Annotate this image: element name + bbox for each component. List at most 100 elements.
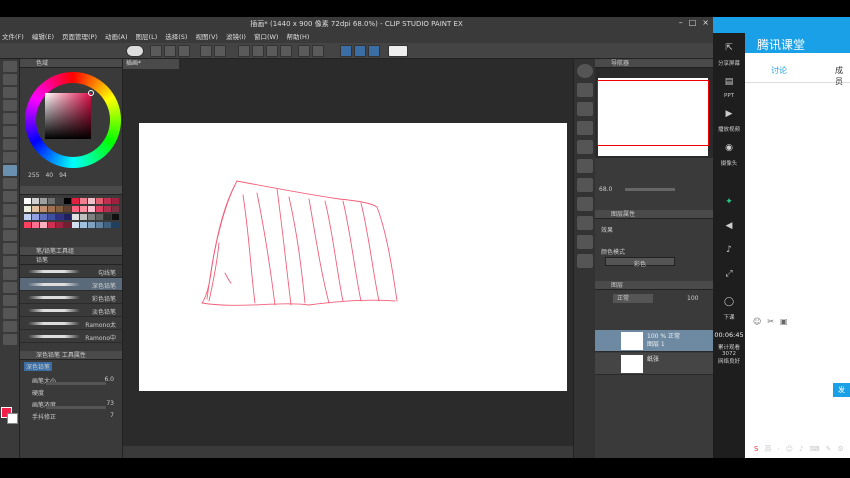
zoom-slider[interactable]: [625, 188, 675, 191]
color-swatch[interactable]: [56, 214, 63, 220]
snap-vanishing-icon[interactable]: [368, 45, 380, 57]
color-swatch[interactable]: [72, 214, 79, 220]
color-swatch[interactable]: [96, 198, 103, 204]
hardness-row[interactable]: 硬度: [20, 386, 122, 398]
fill-icon[interactable]: [252, 45, 264, 57]
sub-color-swatch[interactable]: [7, 413, 18, 424]
snap-ruler-icon[interactable]: [298, 45, 310, 57]
airbrush-tool-icon[interactable]: [3, 191, 17, 202]
color-swatch[interactable]: [64, 198, 71, 204]
text-tool-icon[interactable]: [3, 308, 17, 319]
color-swatch[interactable]: [80, 206, 87, 212]
search-layer-icon[interactable]: [577, 140, 593, 154]
share-screen-icon[interactable]: ⇱: [718, 43, 740, 57]
sat-value[interactable]: 40: [45, 172, 53, 182]
color-swatch[interactable]: [112, 198, 119, 204]
pencil-tool-icon[interactable]: [3, 165, 17, 176]
history-icon[interactable]: [577, 178, 593, 192]
voice-icon[interactable]: ♪: [799, 445, 803, 453]
open-folder-icon[interactable]: [164, 45, 176, 57]
color-mode-select[interactable]: 彩色: [605, 257, 675, 268]
frame-tool-icon[interactable]: [3, 282, 17, 293]
fill-tool-icon[interactable]: [3, 243, 17, 254]
pen-tool-icon[interactable]: [3, 152, 17, 163]
transform-icon[interactable]: [266, 45, 278, 57]
image-icon[interactable]: ▣: [780, 317, 788, 326]
color-swatch[interactable]: [24, 206, 31, 212]
color-swatch[interactable]: [112, 222, 119, 228]
gradient-tool-icon[interactable]: [3, 256, 17, 267]
menu-animation[interactable]: 动画(A): [105, 31, 128, 43]
navigator-preview[interactable]: [595, 68, 713, 158]
lasso-tool-icon[interactable]: [3, 126, 17, 137]
canvas-tab[interactable]: 插画*: [123, 59, 179, 69]
color-swatch[interactable]: [48, 206, 55, 212]
canvas-area[interactable]: 插画*: [122, 59, 574, 458]
list-item[interactable]: 勾线笔: [20, 265, 122, 278]
folder-icon[interactable]: [577, 83, 593, 97]
mic-icon[interactable]: ✦: [718, 197, 740, 211]
punct-icon[interactable]: ·: [777, 445, 779, 453]
help-icon[interactable]: [388, 45, 408, 57]
menu-select[interactable]: 选择(S): [165, 31, 187, 43]
snap-grid-icon[interactable]: [312, 45, 324, 57]
list-item[interactable]: 彩色铅笔: [20, 291, 122, 304]
color-swatch[interactable]: [96, 222, 103, 228]
menu-window[interactable]: 窗口(W): [254, 31, 279, 43]
minimize-button[interactable]: –: [679, 18, 683, 27]
pin-icon[interactable]: [577, 159, 593, 173]
color-swatch[interactable]: [56, 206, 63, 212]
play-video-icon[interactable]: ▶: [718, 109, 740, 123]
pen-icon[interactable]: ✎: [826, 445, 832, 453]
color-swatch[interactable]: [72, 198, 79, 204]
color-swatch[interactable]: [112, 206, 119, 212]
color-swatch[interactable]: [40, 222, 47, 228]
material-icon[interactable]: [577, 121, 593, 135]
color-swatch[interactable]: [48, 214, 55, 220]
menu-edit[interactable]: 编辑(E): [32, 31, 54, 43]
item-bank-icon[interactable]: [577, 216, 593, 230]
clear-icon[interactable]: [238, 45, 250, 57]
color-swatch[interactable]: [104, 198, 111, 204]
menu-filter[interactable]: 滤镜(I): [226, 31, 246, 43]
menu-layer[interactable]: 图层(L): [136, 31, 158, 43]
color-swatch[interactable]: [72, 222, 79, 228]
blend-tool-icon[interactable]: [3, 230, 17, 241]
snap-special-ruler-icon[interactable]: [340, 45, 352, 57]
color-swatch[interactable]: [56, 222, 63, 228]
val-value[interactable]: 94: [59, 172, 67, 182]
blend-mode-select[interactable]: 正常: [613, 294, 653, 303]
color-swatch[interactable]: [64, 206, 71, 212]
color-swatch[interactable]: [48, 222, 55, 228]
menu-help[interactable]: 帮助(H): [286, 31, 309, 43]
color-swatch[interactable]: [88, 222, 95, 228]
emoji-icon[interactable]: ☺: [786, 445, 793, 453]
color-swatch[interactable]: [48, 198, 55, 204]
layer-move-tool-icon[interactable]: [3, 100, 17, 111]
undo-icon[interactable]: [200, 45, 212, 57]
hue-value[interactable]: 255: [28, 172, 39, 182]
color-swatch[interactable]: [64, 214, 71, 220]
balloon-tool-icon[interactable]: [3, 321, 17, 332]
expand-icon[interactable]: ⤢: [718, 269, 740, 283]
drawing-paper[interactable]: [139, 123, 567, 391]
clip-studio-logo-icon[interactable]: [126, 45, 144, 57]
correct-line-tool-icon[interactable]: [3, 334, 17, 345]
keyboard-icon[interactable]: ⌨: [809, 445, 819, 453]
color-swatch[interactable]: [24, 214, 31, 220]
music-icon[interactable]: ♪: [718, 245, 740, 259]
color-swatch[interactable]: [40, 214, 47, 220]
settings-icon[interactable]: ⚙: [837, 445, 843, 453]
folder-icon[interactable]: [577, 102, 593, 116]
color-swatch[interactable]: [24, 222, 31, 228]
layer-row[interactable]: 纸张: [595, 353, 713, 375]
color-swatch[interactable]: [72, 206, 79, 212]
scissors-icon[interactable]: ✂: [767, 317, 774, 326]
snap-perspective-icon[interactable]: [354, 45, 366, 57]
new-file-icon[interactable]: [150, 45, 162, 57]
close-button[interactable]: ×: [702, 18, 709, 27]
color-swatch[interactable]: [32, 222, 39, 228]
color-swatch[interactable]: [88, 214, 95, 220]
tab-discuss[interactable]: 讨论: [771, 65, 787, 76]
save-icon[interactable]: [178, 45, 190, 57]
